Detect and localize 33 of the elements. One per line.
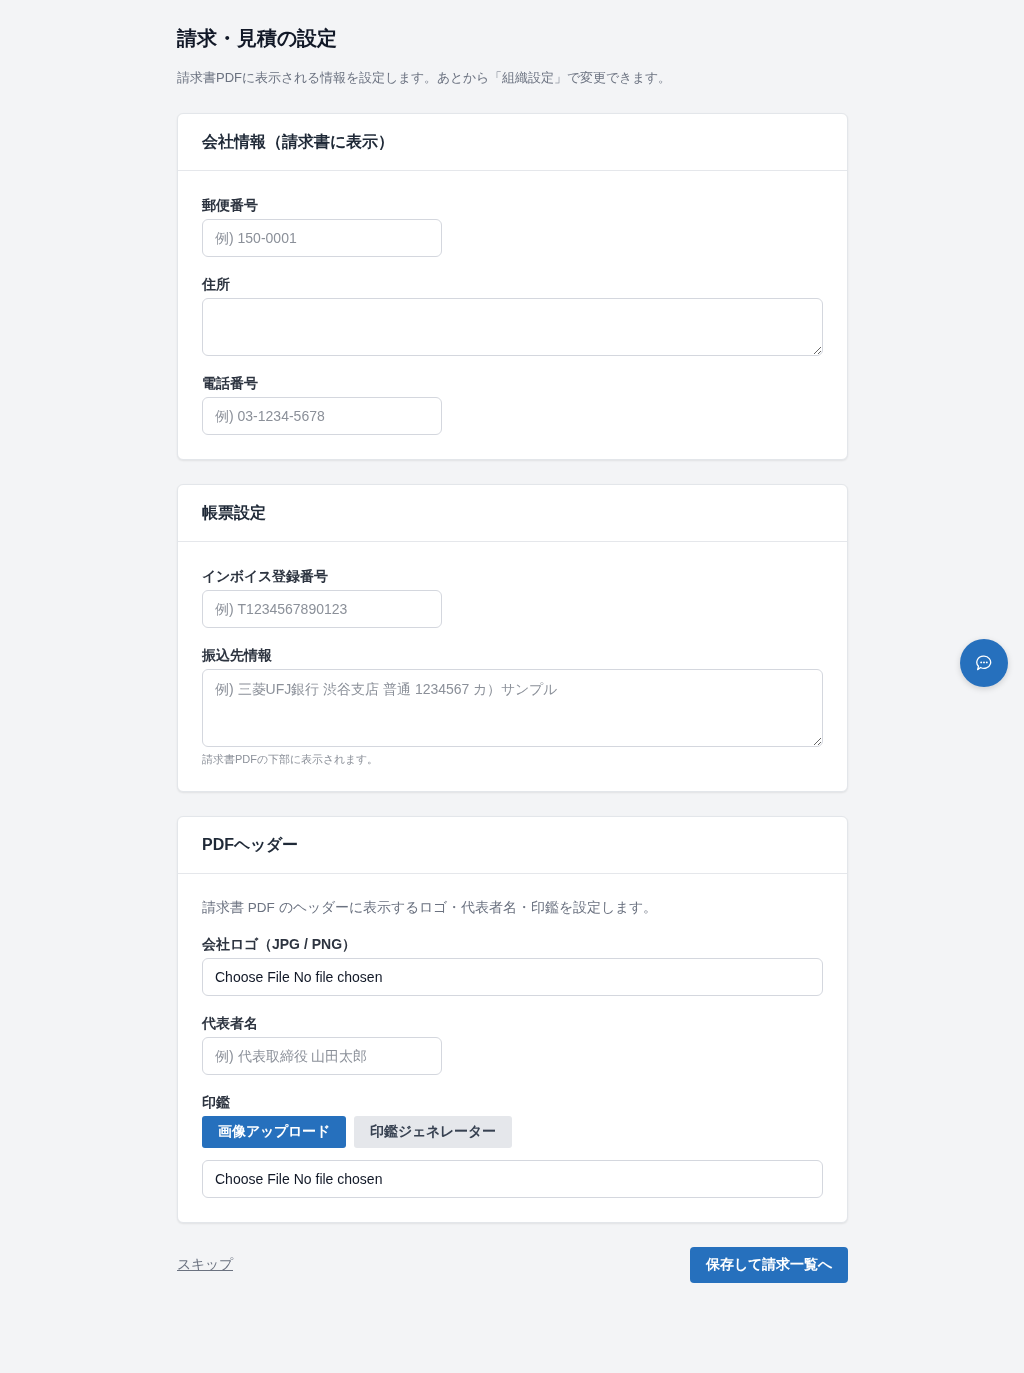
text-input-field[interactable]: 例) 代表取締役 山田太郎	[202, 1037, 442, 1075]
skip-link[interactable]: スキップ	[177, 1256, 233, 1274]
textarea-field[interactable]	[202, 298, 823, 356]
choose-file-button[interactable]: Choose File	[215, 969, 290, 985]
card-title: PDFヘッダー	[202, 834, 298, 855]
save-button[interactable]: 保存して請求一覧へ	[690, 1247, 848, 1283]
file-status-text: No file chosen	[293, 969, 383, 985]
field-label: 振込先情報	[202, 646, 273, 665]
field-label: 住所	[202, 275, 231, 294]
textarea-field[interactable]: 例) 三菱UFJ銀行 渋谷支店 普通 1234567 カ）サンプル	[202, 669, 823, 747]
field-label: 電話番号	[202, 374, 259, 393]
text-input-field[interactable]: 例) 150-0001	[202, 219, 442, 257]
chat-button[interactable]	[960, 639, 1008, 687]
text-input-field[interactable]: 例) 03-1234-5678	[202, 397, 442, 435]
file-input-field[interactable]: Choose File No file chosen	[202, 958, 823, 996]
choose-file-button[interactable]: Choose File	[215, 1171, 290, 1187]
field-label: 印鑑	[202, 1093, 231, 1112]
text-input-field[interactable]: 例) T1234567890123	[202, 590, 442, 628]
file-input-field[interactable]: Choose File No file chosen	[202, 1160, 823, 1198]
page-description: 請求書PDFに表示される情報を設定します。あとから「組織設定」で変更できます。	[177, 69, 672, 87]
helper-text: 請求書PDFの下部に表示されます。	[202, 752, 379, 767]
stamp-mode-button[interactable]: 印鑑ジェネレーター	[354, 1116, 512, 1148]
field-label: 郵便番号	[202, 196, 259, 215]
card-title: 帳票設定	[202, 502, 266, 523]
field-label: 代表者名	[202, 1014, 259, 1033]
card-intro-text: 請求書 PDF のヘッダーに表示するロゴ・代表者名・印鑑を設定します。	[202, 899, 658, 917]
stamp-mode-button[interactable]: 画像アップロード	[202, 1116, 346, 1148]
page-title: 請求・見積の設定	[177, 26, 338, 51]
file-status-text: No file chosen	[293, 1171, 383, 1187]
chat-icon	[976, 655, 992, 671]
field-label: 会社ロゴ（JPG / PNG）	[202, 935, 358, 954]
field-label: インボイス登録番号	[202, 567, 329, 586]
card-title: 会社情報（請求書に表示）	[202, 131, 394, 152]
